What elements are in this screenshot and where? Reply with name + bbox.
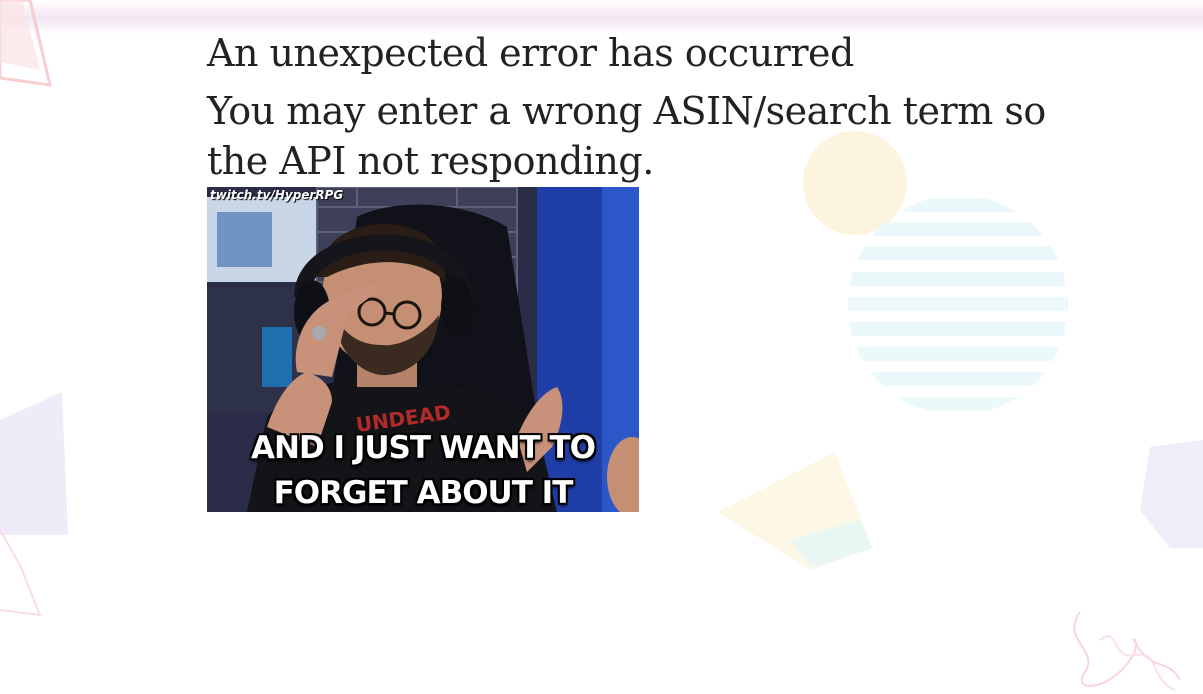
meme-caption-line1: AND I JUST WANT TO	[251, 430, 596, 466]
deco-squiggle-2	[1099, 635, 1176, 691]
shelf-item	[262, 327, 292, 387]
deco-shape-lavender	[0, 392, 68, 535]
meme-caption-line2: FORGET ABOUT IT	[273, 475, 574, 511]
meme-watermark: twitch.tv/HyperRPG	[210, 188, 344, 202]
ring	[312, 326, 326, 340]
deco-line-pink	[0, 529, 42, 617]
error-title: An unexpected error has occurred	[207, 31, 854, 75]
error-page: An unexpected error has occurred You may…	[0, 0, 1203, 694]
error-message: You may enter a wrong ASIN/search term s…	[207, 89, 1046, 183]
error-content: An unexpected error has occurred You may…	[207, 30, 1087, 186]
deco-squiggle	[1073, 611, 1181, 687]
meme-image: UNDEAD twitch.tv/HyperRPG AND I JUST WAN…	[207, 187, 639, 512]
deco-shape-lavender-right	[1140, 440, 1203, 548]
